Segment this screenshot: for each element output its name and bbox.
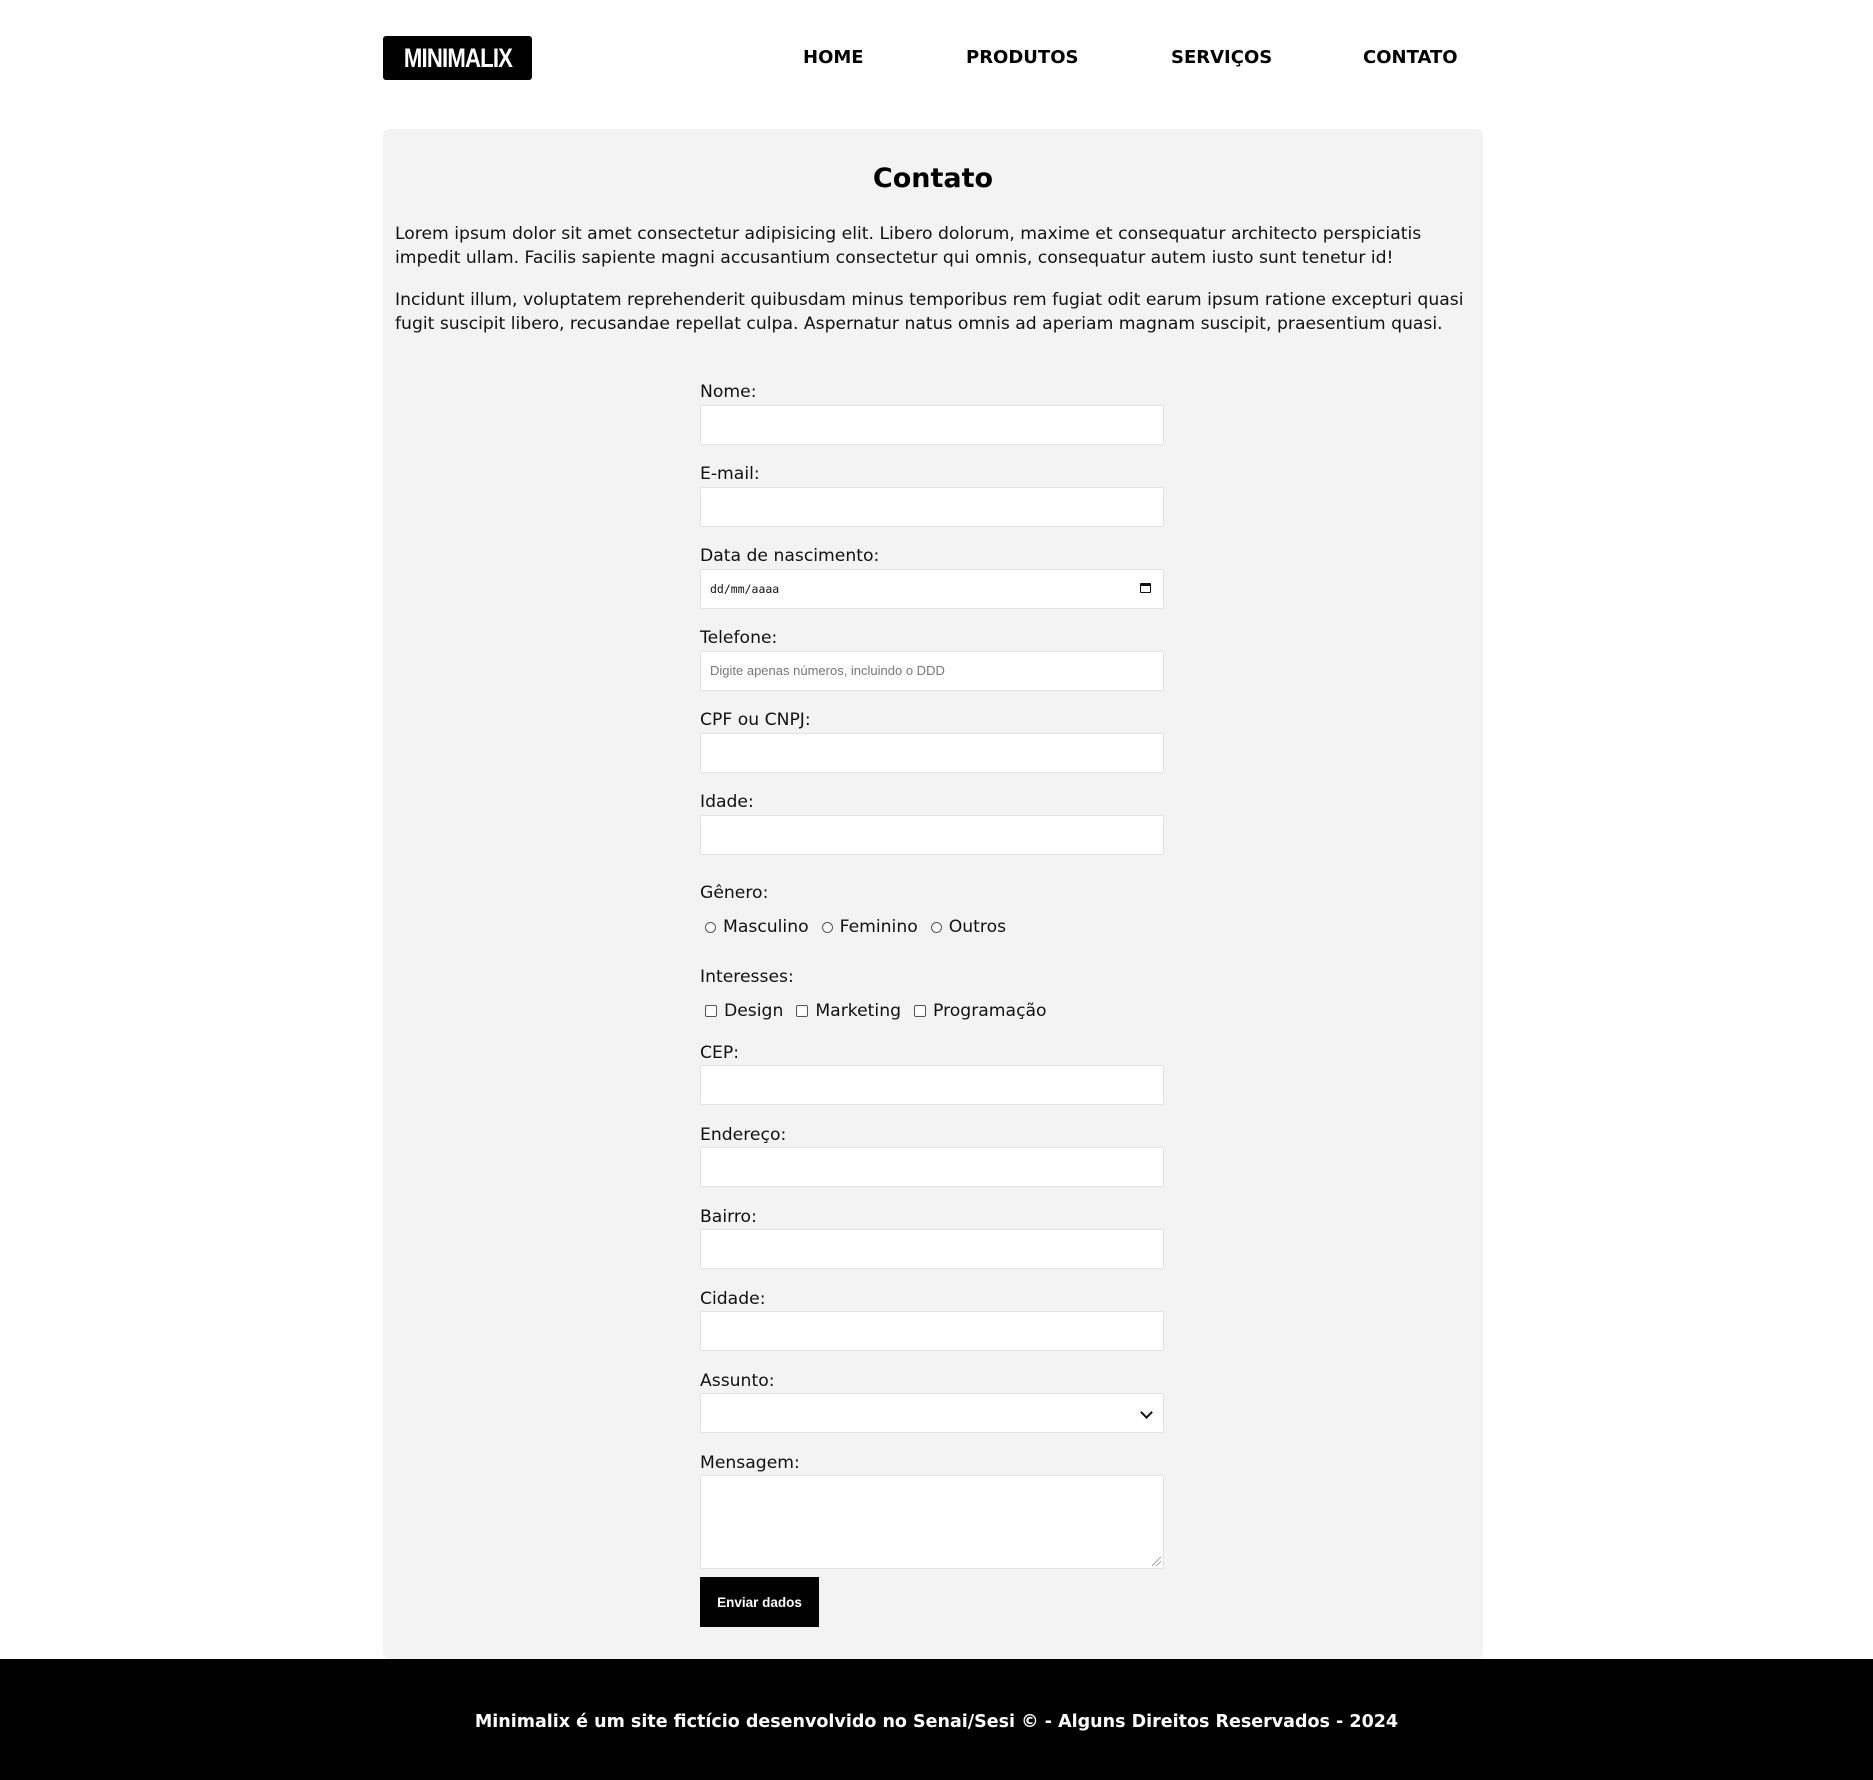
cidade-input[interactable]	[700, 1311, 1164, 1351]
genero-options: Masculino Feminino Outros	[700, 917, 1014, 937]
radio-button[interactable]	[705, 921, 716, 933]
nome-label: Nome:	[700, 382, 757, 402]
chevron-down-icon[interactable]	[1140, 1406, 1153, 1419]
radio-masculino[interactable]: Masculino	[700, 917, 809, 937]
nav-link-home[interactable]: HOME	[803, 47, 864, 68]
checkbox-design[interactable]: Design	[700, 1001, 783, 1021]
submit-button[interactable]: Enviar dados	[700, 1577, 819, 1627]
calendar-icon[interactable]	[1140, 583, 1151, 593]
intro-paragraph-1: Lorem ipsum dolor sit amet consectetur a…	[395, 224, 1422, 268]
checkbox-label: Design	[724, 1001, 784, 1021]
endereco-input[interactable]	[700, 1147, 1164, 1187]
radio-outros[interactable]: Outros	[926, 917, 1006, 937]
cpf-cnpj-input[interactable]	[700, 733, 1164, 773]
radio-label: Outros	[948, 917, 1007, 937]
telefone-input[interactable]: Digite apenas números, incluindo o DDD	[700, 651, 1164, 691]
idade-label: Idade:	[700, 792, 754, 812]
cpf-cnpj-label: CPF ou CNPJ:	[700, 710, 811, 730]
nav-link-produtos[interactable]: PRODUTOS	[966, 47, 1078, 68]
site-logo-text: MINIMALIX	[403, 42, 512, 73]
cidade-label: Cidade:	[700, 1289, 766, 1309]
site-logo[interactable]: MINIMALIX	[383, 36, 532, 80]
nav-link-servicos[interactable]: SERVIÇOS	[1171, 47, 1272, 68]
interesses-options: Design Marketing Programação	[700, 1001, 1055, 1021]
date-placeholder: dd/mm/aaaa	[710, 582, 780, 596]
site-footer: Minimalix é um site fictício desenvolvid…	[0, 1659, 1873, 1780]
bairro-input[interactable]	[700, 1229, 1164, 1269]
idade-input[interactable]	[700, 815, 1164, 855]
checkbox-marketing[interactable]: Marketing	[791, 1001, 901, 1021]
cep-label: CEP:	[700, 1043, 740, 1063]
resize-handle-icon[interactable]	[1152, 1557, 1161, 1566]
telefone-label: Telefone:	[700, 628, 778, 648]
telefone-placeholder: Digite apenas números, incluindo o DDD	[710, 663, 945, 678]
interesses-label: Interesses:	[700, 967, 794, 987]
email-input[interactable]	[700, 487, 1164, 527]
checkbox[interactable]	[796, 1005, 809, 1017]
page-title: Contato	[872, 163, 994, 194]
site-header: MINIMALIX HOME PRODUTOS SERVIÇOS CONTATO	[383, 36, 1483, 80]
assunto-select[interactable]	[700, 1393, 1164, 1433]
radio-label: Feminino	[839, 917, 918, 937]
nascimento-label: Data de nascimento:	[700, 546, 880, 566]
footer-text: Minimalix é um site fictício desenvolvid…	[474, 1712, 1399, 1732]
mensagem-label: Mensagem:	[700, 1453, 800, 1473]
assunto-label: Assunto:	[700, 1371, 775, 1391]
nascimento-date-input[interactable]: dd/mm/aaaa	[700, 569, 1164, 609]
checkbox[interactable]	[705, 1005, 717, 1017]
checkbox-programacao[interactable]: Programação	[909, 1001, 1047, 1021]
radio-feminino[interactable]: Feminino	[817, 917, 918, 937]
checkbox-label: Marketing	[815, 1001, 902, 1021]
intro-paragraph-2: Incidunt illum, voluptatem reprehenderit…	[395, 290, 1464, 334]
bairro-label: Bairro:	[700, 1207, 757, 1227]
checkbox[interactable]	[914, 1005, 927, 1017]
endereco-label: Endereço:	[700, 1125, 787, 1145]
email-label: E-mail:	[700, 464, 760, 484]
radio-button[interactable]	[821, 921, 833, 933]
radio-button[interactable]	[930, 921, 942, 933]
genero-label: Gênero:	[700, 883, 769, 903]
cep-input[interactable]	[700, 1065, 1164, 1105]
checkbox-label: Programação	[933, 1001, 1047, 1021]
radio-label: Masculino	[723, 917, 809, 937]
mensagem-textarea[interactable]	[700, 1475, 1164, 1569]
nav-link-contato[interactable]: CONTATO	[1363, 47, 1458, 68]
nome-input[interactable]	[700, 405, 1164, 445]
